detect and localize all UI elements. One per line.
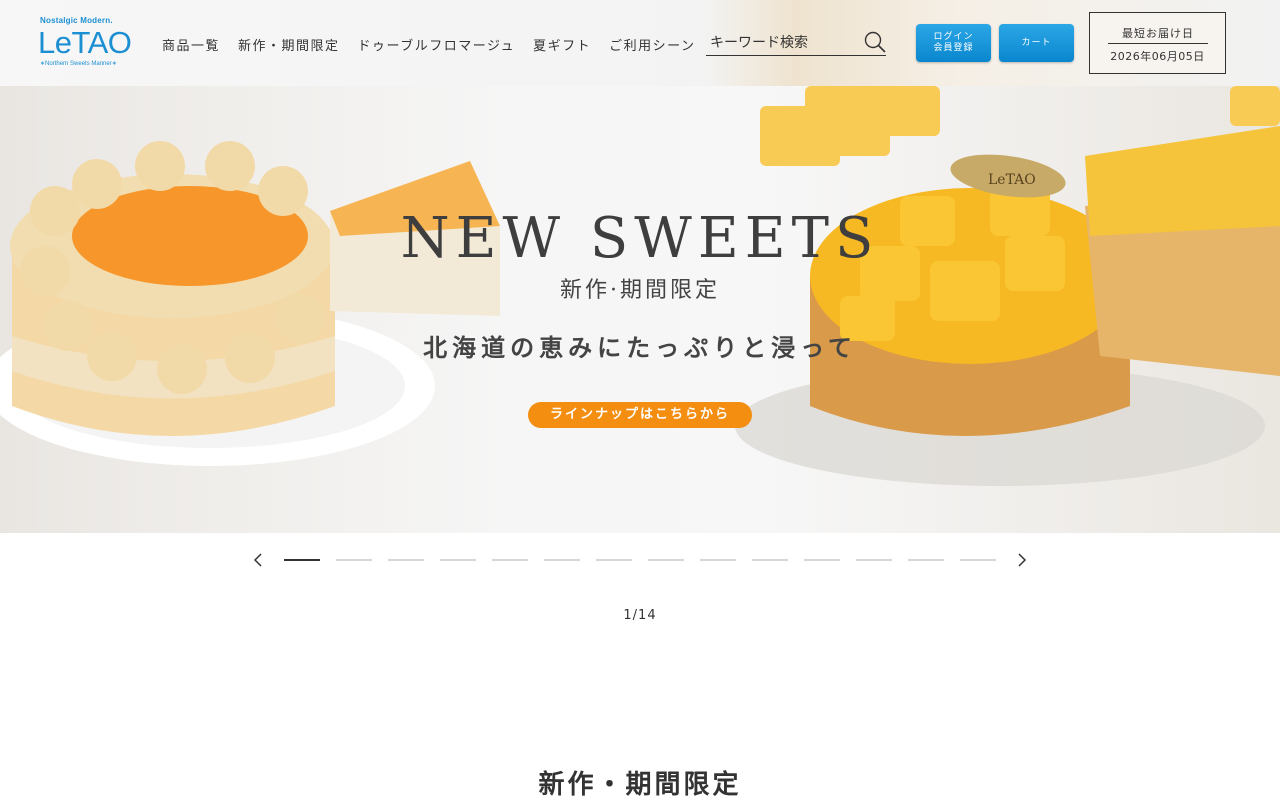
slide-dot-6[interactable] [544, 559, 580, 561]
hero-catchcopy: 北海道の恵みにたっぷりと浸って [423, 333, 857, 362]
slide-counter: 1/14 [623, 608, 657, 623]
hero-title: NEW SWEETS [400, 206, 880, 271]
earliest-delivery-box: 最短お届け日 2026年06月05日 [1089, 12, 1226, 74]
slide-dot-5[interactable] [492, 559, 528, 561]
hero-subtitle: 新作·期間限定 [560, 278, 720, 303]
chevron-left-icon[interactable] [250, 550, 266, 570]
lineup-cta-button[interactable]: ラインナップはこちらから [528, 402, 752, 428]
slide-dot-1[interactable] [284, 559, 320, 561]
delivery-date: 2026年06月05日 [1110, 50, 1205, 63]
slide-dot-3[interactable] [388, 559, 424, 561]
nav-double-fromage[interactable]: ドゥーブルフロマージュ [358, 35, 516, 54]
slide-dot-7[interactable] [596, 559, 632, 561]
nav-summer-gift[interactable]: 夏ギフト [533, 35, 591, 54]
logo-wordmark: LeTAO [38, 25, 132, 60]
search-icon[interactable] [864, 31, 886, 53]
chevron-right-icon[interactable] [1014, 550, 1030, 570]
slide-dot-13[interactable] [908, 559, 944, 561]
slide-dot-2[interactable] [336, 559, 372, 561]
letao-logo[interactable]: Nostalgic Modern. LeTAO ∗Northern Sweets… [38, 16, 134, 70]
slide-dot-9[interactable] [700, 559, 736, 561]
slide-dot-12[interactable] [856, 559, 892, 561]
search-box [706, 30, 886, 56]
register-label: 会員登録 [933, 43, 974, 53]
slide-dot-10[interactable] [752, 559, 788, 561]
search-input[interactable] [710, 33, 860, 53]
slider-dots [284, 559, 1012, 561]
nav-products[interactable]: 商品一覧 [162, 35, 220, 54]
hero-image: LeTAO [0, 86, 1280, 486]
site-header: Nostalgic Modern. LeTAO ∗Northern Sweets… [0, 0, 1280, 86]
slide-dot-11[interactable] [804, 559, 840, 561]
nav-usage-scenes[interactable]: ご利用シーン [609, 35, 695, 54]
slide-dot-8[interactable] [648, 559, 684, 561]
section-title-new-limited: 新作・期間限定 [538, 770, 742, 800]
delivery-label: 最短お届け日 [1108, 25, 1208, 44]
slide-dot-14[interactable] [960, 559, 996, 561]
nav-new-limited[interactable]: 新作・期間限定 [238, 35, 340, 54]
hero-slide[interactable]: LeTAO NEW SWEETS 新作·期間限定 北海道の恵みにたっぷりと浸って… [0, 86, 1280, 533]
login-register-button[interactable]: ログイン 会員登録 [916, 24, 991, 62]
login-label: ログイン [933, 32, 974, 42]
cart-label: カート [1021, 37, 1052, 48]
logo-tagline: Nostalgic Modern. [40, 16, 113, 25]
global-nav: 商品一覧 新作・期間限定 ドゥーブルフロマージュ 夏ギフト ご利用シーン [162, 35, 713, 54]
slide-dot-4[interactable] [440, 559, 476, 561]
svg-text:LeTAO: LeTAO [988, 172, 1036, 188]
logo-subline: ∗Northern Sweets Manner∗ [40, 61, 117, 67]
cart-button[interactable]: カート [999, 24, 1074, 62]
